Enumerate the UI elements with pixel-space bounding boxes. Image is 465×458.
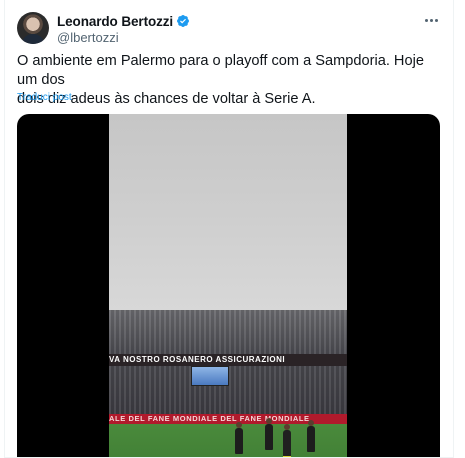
avatar[interactable] [17,12,49,44]
verified-badge-icon [177,15,190,27]
player [265,418,273,450]
tweet-text: O ambiente em Palermo para o playoff com… [17,53,424,107]
translate-post-link[interactable]: Traduci post [17,92,72,103]
tweet-card[interactable]: Leonardo Bertozzi @lbertozzi O ambiente … [4,0,454,458]
player [235,422,243,454]
video-frame: VA NOSTRO ROSANERO ASSICURAZIONI ALE DEL… [109,114,347,457]
video-player[interactable]: VA NOSTRO ROSANERO ASSICURAZIONI ALE DEL… [17,114,440,457]
avatar-shirt [21,34,45,44]
author-display-name[interactable]: Leonardo Bertozzi [57,14,173,29]
pitch [109,418,347,457]
player [283,424,291,457]
stadium-banner: VA NOSTRO ROSANERO ASSICURAZIONI [109,354,347,366]
stadium-screen [191,366,229,386]
more-options-icon[interactable] [421,12,441,28]
author-handle[interactable]: @lbertozzi [57,30,119,45]
player [307,420,315,452]
author-name-row: Leonardo Bertozzi [57,12,190,30]
